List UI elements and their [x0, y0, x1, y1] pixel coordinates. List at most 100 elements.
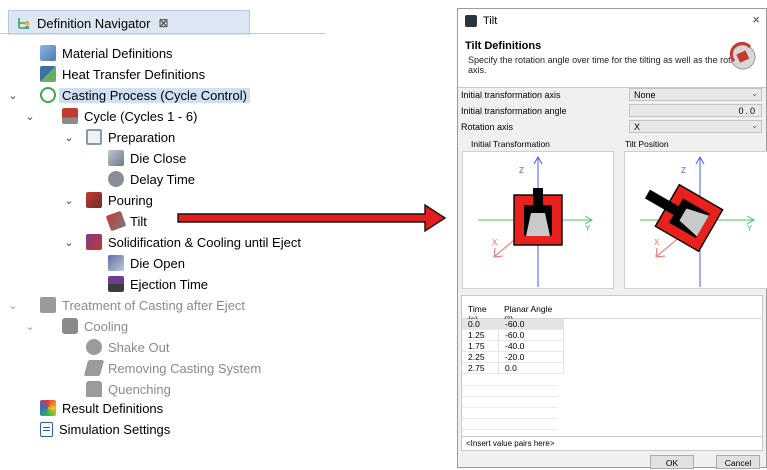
quenching-icon [86, 381, 102, 397]
tree-item-label: Removing Casting System [108, 360, 262, 376]
tree-item-label: Die Close [130, 150, 187, 166]
table-row[interactable]: 1.25 -60.0 [462, 330, 762, 341]
cell-angle[interactable]: -20.0 [499, 352, 564, 363]
z-axis-label: Z [519, 166, 524, 175]
time-angle-table[interactable]: Time (s) Planar Angle (°) 0.0 -60.0 1.25… [461, 295, 763, 451]
casting-process-icon [40, 87, 56, 103]
table-row[interactable]: 0.0 -60.0 [462, 319, 762, 330]
chevron-down-icon[interactable]: ⌄ [7, 300, 19, 312]
cancel-button[interactable]: Cancel [716, 455, 760, 469]
close-icon[interactable]: × [752, 12, 760, 27]
ejection-time-icon [108, 276, 124, 292]
tree-item-ejection-time[interactable]: Ejection Time [108, 274, 208, 294]
rotation-axis-select[interactable]: X ⌄ [629, 120, 762, 133]
tree-item-casting-process[interactable]: Casting Process (Cycle Control) [40, 85, 250, 105]
chevron-down-icon[interactable]: ⌄ [63, 132, 75, 144]
cell-angle[interactable]: 0.0 [499, 363, 564, 374]
cell-time[interactable]: 2.75 [462, 363, 499, 374]
tree-item-label: Die Open [130, 255, 185, 271]
chevron-down-icon[interactable]: ⌄ [7, 90, 19, 102]
table-row[interactable]: 2.75 0.0 [462, 363, 762, 374]
ok-button[interactable]: OK [650, 455, 694, 469]
tree-item-result-definitions[interactable]: Result Definitions [40, 398, 163, 418]
column-header-time: Time (s) [468, 304, 487, 324]
table-header: Time (s) Planar Angle (°) [462, 304, 762, 324]
close-tab-icon[interactable]: ⊠ [158, 16, 168, 30]
x-axis-label: X [654, 238, 660, 247]
tree-item-removing-casting-system[interactable]: Removing Casting System [83, 358, 262, 378]
material-icon [40, 45, 56, 61]
tree-item-label: Result Definitions [62, 400, 164, 416]
insert-value-pairs-row[interactable]: <Insert value pairs here> [462, 436, 762, 450]
cell-time[interactable]: 1.25 [462, 330, 499, 341]
tree-item-tilt[interactable]: Tilt [105, 210, 147, 232]
initial-transformation-label: Initial Transformation [471, 139, 550, 149]
tree-item-label: Delay Time [130, 171, 196, 187]
pouring-icon [86, 192, 102, 208]
cycle-icon [62, 108, 78, 124]
grid-line [462, 407, 558, 408]
shake-out-icon [86, 339, 102, 355]
y-axis-label: Y [747, 224, 753, 233]
die-open-icon [108, 255, 124, 271]
tree-item-label: Cycle (Cycles 1 - 6) [84, 108, 198, 124]
tilt-position-preview [640, 155, 756, 287]
cell-time[interactable]: 1.75 [462, 341, 499, 352]
chevron-down-icon[interactable]: ⌄ [24, 111, 36, 123]
tree-item-label: Preparation [108, 129, 176, 145]
tree-item-solidification[interactable]: Solidification & Cooling until Eject [86, 232, 301, 252]
app-icon [465, 15, 477, 27]
grid-line [462, 396, 558, 397]
tree-item-simulation-settings[interactable]: Simulation Settings [40, 419, 170, 439]
tilt-icon [105, 210, 127, 232]
tree-item-label: Simulation Settings [59, 421, 171, 437]
tree-item-treatment[interactable]: Treatment of Casting after Eject [40, 295, 245, 315]
dialog-header: Tilt Definitions Specify the rotation an… [458, 33, 766, 88]
tree-item-delay-time[interactable]: Delay Time [108, 169, 195, 189]
grid-line [462, 418, 558, 419]
initial-transformation-axis-row: Initial transformation axis None ⌄ [461, 87, 762, 102]
y-axis-label: Y [585, 224, 591, 233]
tree-item-cycle[interactable]: Cycle (Cycles 1 - 6) [62, 106, 197, 126]
tab-title: Definition Navigator [37, 15, 151, 31]
table-row[interactable]: 1.75 -40.0 [462, 341, 762, 352]
tree-item-quenching[interactable]: Quenching [86, 379, 171, 399]
dialog-title: Tilt [483, 15, 498, 27]
chevron-down-icon[interactable]: ⌄ [63, 237, 75, 249]
tree-item-die-close[interactable]: Die Close [108, 148, 186, 168]
tree-item-pouring[interactable]: Pouring [86, 190, 153, 210]
grid-line [462, 429, 558, 430]
tree-item-cooling[interactable]: Cooling [62, 316, 128, 336]
cell-angle[interactable]: -60.0 [499, 330, 564, 341]
tree-item-label: Material Definitions [62, 45, 173, 61]
cell-angle[interactable]: -40.0 [499, 341, 564, 352]
tab-definition-navigator[interactable]: Definition Navigator ⊠ [8, 10, 250, 35]
grid-line [462, 385, 558, 386]
chevron-down-icon[interactable]: ⌄ [24, 321, 36, 333]
tilt-position-view: Z Y X [624, 151, 767, 289]
tree-item-label: Heat Transfer Definitions [62, 66, 206, 82]
tree-item-die-open[interactable]: Die Open [108, 253, 185, 273]
initial-transformation-angle-input[interactable]: 0.0 [629, 104, 762, 117]
die-close-icon [108, 150, 124, 166]
initial-transformation-axis-select[interactable]: None ⌄ [629, 88, 762, 101]
tree-item-preparation[interactable]: Preparation [86, 127, 175, 147]
tree-item-shake-out[interactable]: Shake Out [86, 337, 169, 357]
tree-item-label: Cooling [84, 318, 129, 334]
cell-time[interactable]: 2.25 [462, 352, 499, 363]
navigator-tab-bar: Definition Navigator ⊠ [0, 0, 325, 35]
select-value: X [634, 121, 641, 132]
tree-item-heat-transfer-definitions[interactable]: Heat Transfer Definitions [40, 64, 205, 84]
cell-angle[interactable]: -60.0 [499, 319, 564, 330]
simulation-settings-icon [40, 421, 53, 437]
tree-item-material-definitions[interactable]: Material Definitions [40, 43, 173, 63]
field-label: Initial transformation angle [461, 105, 567, 116]
table-row[interactable]: 2.25 -20.0 [462, 352, 762, 363]
treatment-icon [40, 297, 56, 313]
z-axis-label: Z [681, 166, 686, 175]
cooling-icon [62, 318, 78, 334]
field-label: Rotation axis [461, 121, 514, 132]
preparation-icon [86, 129, 102, 145]
cell-time[interactable]: 0.0 [462, 319, 499, 330]
chevron-down-icon[interactable]: ⌄ [63, 195, 75, 207]
